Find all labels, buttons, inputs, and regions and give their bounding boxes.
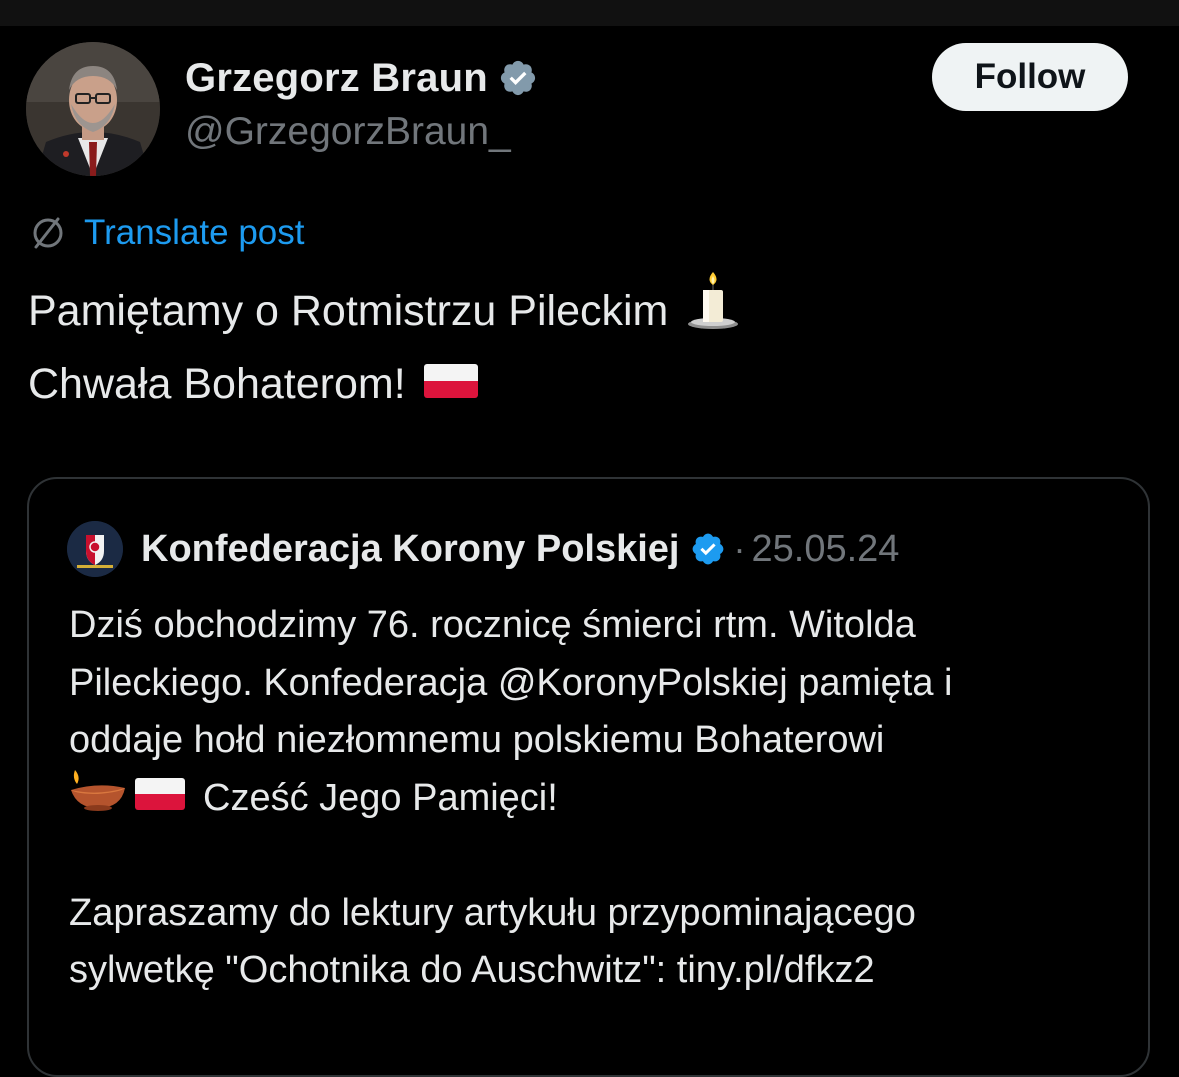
quoted-text-line-with-emoji: Cześć Jego Pamięci!	[69, 768, 1139, 830]
top-bar	[0, 0, 1179, 26]
quoted-text-line: Cześć Jego Pamięci!	[203, 776, 558, 819]
quoted-author-name[interactable]: Konfederacja Korony Polskiej	[141, 528, 680, 571]
quoted-post-date[interactable]: 25.05.24	[752, 528, 900, 571]
post-line: Chwała Bohaterom!	[28, 350, 740, 418]
quoted-text-line: sylwetkę "Ochotnika do Auschwitz": tiny.…	[69, 949, 875, 991]
post-line-text: Pamiętamy o Rotmistrzu Pileckim	[28, 287, 669, 335]
author-avatar[interactable]	[26, 42, 160, 176]
candle-icon	[686, 272, 740, 350]
quoted-text-line: oddaje hołd niezłomnemu polskiemu Bohate…	[69, 719, 885, 761]
author-avatar-image	[26, 42, 160, 176]
author-name-row: Grzegorz Braun	[185, 52, 538, 104]
post-line-text: Chwała Bohaterom!	[28, 360, 406, 408]
poland-flag-icon	[135, 770, 185, 828]
follow-button[interactable]: Follow	[932, 43, 1128, 111]
poland-flag-icon	[423, 350, 478, 418]
verified-badge-icon	[690, 531, 726, 567]
quoted-post-text: Dziś obchodzimy 76. rocznicę śmierci rtm…	[69, 597, 1139, 1000]
post-line: Pamiętamy o Rotmistrzu Pileckim	[28, 272, 740, 350]
quoted-text-blank-line	[69, 827, 1139, 885]
author-handle[interactable]: @GrzegorzBraun_	[185, 110, 511, 154]
quoted-post-card[interactable]: Konfederacja Korony Polskiej · 25.05.24 …	[27, 477, 1150, 1077]
verified-badge-icon	[498, 58, 538, 98]
author-display-name[interactable]: Grzegorz Braun	[185, 56, 488, 101]
quoted-post-header: Konfederacja Korony Polskiej · 25.05.24	[67, 521, 899, 577]
separator-dot: ·	[733, 528, 746, 569]
quoted-text-line: Pileckiego. Konfederacja @KoronyPolskiej…	[69, 661, 953, 704]
post-text: Pamiętamy o Rotmistrzu Pileckim Chwała B…	[28, 272, 740, 418]
quoted-text-line: Dziś obchodzimy 76. rocznicę śmierci rtm…	[69, 604, 916, 646]
quoted-text-line: Zapraszamy do lektury artykułu przypomin…	[69, 891, 916, 934]
quoted-author-avatar[interactable]	[67, 521, 123, 577]
globe-slash-icon	[28, 213, 68, 253]
translate-post-link[interactable]: Translate post	[84, 213, 304, 253]
translate-row[interactable]: Translate post	[28, 210, 304, 256]
oil-lamp-icon	[69, 768, 127, 830]
